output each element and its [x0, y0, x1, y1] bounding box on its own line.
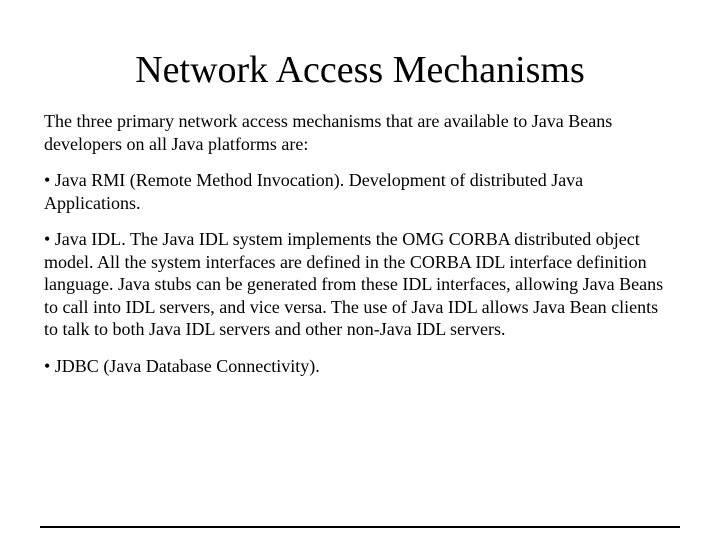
bullet-item: • JDBC (Java Database Connectivity).	[44, 355, 676, 378]
slide: Network Access Mechanisms The three prim…	[0, 48, 720, 540]
bullet-item: • Java IDL. The Java IDL system implemen…	[44, 228, 676, 341]
intro-paragraph: The three primary network access mechani…	[44, 110, 676, 155]
bullet-item: • Java RMI (Remote Method Invocation). D…	[44, 169, 676, 214]
slide-title: Network Access Mechanisms	[0, 48, 720, 92]
divider-line	[40, 526, 680, 528]
slide-body: The three primary network access mechani…	[0, 110, 720, 377]
